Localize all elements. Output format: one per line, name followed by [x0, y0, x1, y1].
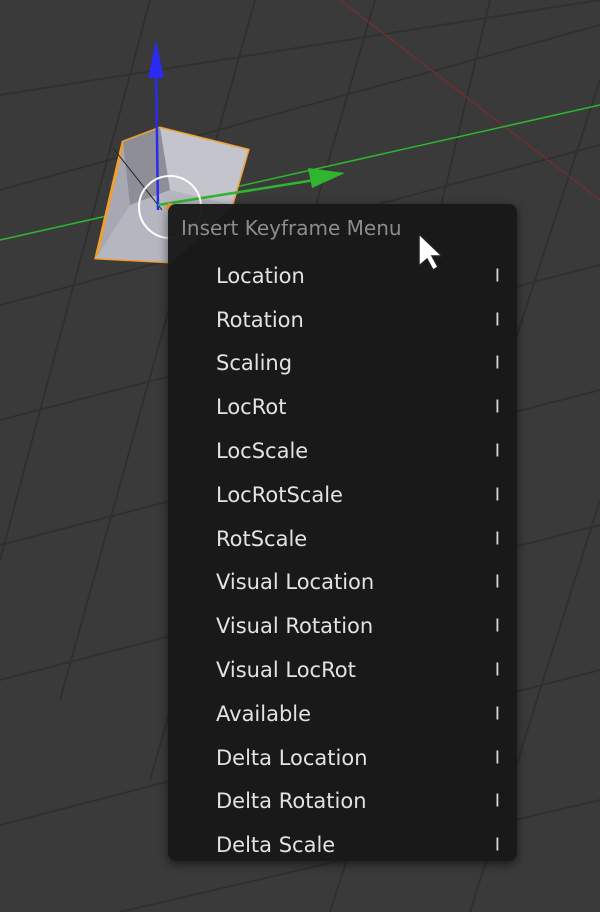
menu-item-label: Visual Location: [216, 570, 375, 595]
menu-item-shortcut: I: [494, 352, 500, 374]
menu-item-scaling[interactable]: Scaling I: [168, 342, 517, 386]
menu-item-delta-location[interactable]: Delta Location I: [168, 736, 517, 780]
menu-item-shortcut: I: [494, 571, 500, 593]
menu-item-shortcut: I: [494, 440, 500, 462]
menu-item-label: LocScale: [216, 439, 309, 464]
menu-item-label: Delta Location: [216, 745, 368, 770]
menu-item-label: RotScale: [216, 526, 308, 551]
menu-item-label: LocRot: [216, 395, 287, 420]
menu-item-shortcut: I: [494, 309, 500, 331]
menu-item-label: Visual LocRot: [216, 658, 356, 683]
menu-item-label: Visual Rotation: [216, 614, 374, 639]
menu-item-visual-location[interactable]: Visual Location I: [168, 561, 517, 605]
menu-item-label: Delta Rotation: [216, 789, 367, 814]
menu-item-location[interactable]: Location I: [168, 254, 517, 298]
menu-item-locrotscale[interactable]: LocRotScale I: [168, 473, 517, 517]
insert-keyframe-menu: Insert Keyframe Menu Location I Rotation I S…: [168, 204, 517, 861]
menu-item-shortcut: I: [494, 615, 500, 637]
menu-item-label: Scaling: [216, 351, 293, 376]
mouse-cursor-icon: [418, 232, 443, 272]
menu-item-rotscale[interactable]: RotScale I: [168, 517, 517, 561]
menu-item-label: Location: [216, 263, 305, 288]
menu-item-label: Rotation: [216, 307, 304, 332]
menu-item-shortcut: I: [494, 396, 500, 418]
menu-item-shortcut: I: [494, 703, 500, 725]
menu-item-shortcut: I: [494, 484, 500, 506]
menu-item-shortcut: I: [494, 790, 500, 812]
menu-item-rotation[interactable]: Rotation I: [168, 298, 517, 342]
menu-item-label: Available: [216, 701, 312, 726]
menu-item-available[interactable]: Available I: [168, 692, 517, 736]
menu-item-label: LocRotScale: [216, 482, 343, 507]
menu-item-list: Location I Rotation I Scaling I LocRot I LocScal…: [168, 254, 517, 867]
menu-item-locscale[interactable]: LocScale I: [168, 429, 517, 473]
menu-item-shortcut: I: [494, 528, 500, 550]
menu-item-label: Delta Scale: [216, 833, 336, 858]
menu-item-visual-rotation[interactable]: Visual Rotation I: [168, 604, 517, 648]
menu-title: Insert Keyframe Menu: [181, 216, 402, 240]
menu-item-visual-locrot[interactable]: Visual LocRot I: [168, 648, 517, 692]
menu-item-shortcut: I: [494, 747, 500, 769]
menu-item-shortcut: I: [494, 265, 500, 287]
menu-item-delta-scale[interactable]: Delta Scale I: [168, 823, 517, 867]
menu-item-shortcut: I: [494, 834, 500, 856]
menu-item-locrot[interactable]: LocRot I: [168, 385, 517, 429]
menu-item-delta-rotation[interactable]: Delta Rotation I: [168, 780, 517, 824]
menu-item-shortcut: I: [494, 659, 500, 681]
